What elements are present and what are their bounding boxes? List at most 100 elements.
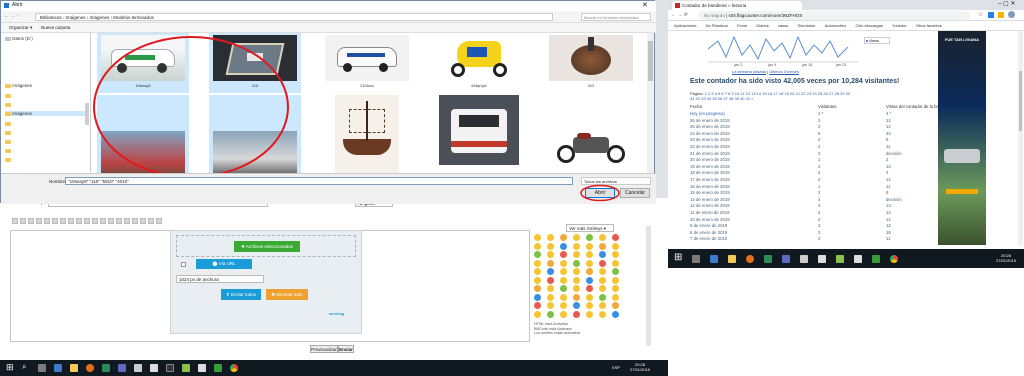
nav-item-images-selected[interactable]: Imágenes (5, 111, 87, 116)
file-list-scrollbar[interactable] (647, 33, 654, 173)
browser-tab[interactable]: Contador de banderas » historia (672, 1, 802, 10)
browser-scrollbar[interactable] (1018, 31, 1023, 245)
video-icon[interactable] (140, 218, 146, 224)
cancel-button[interactable]: Cancelar (620, 188, 650, 198)
color-icon[interactable] (108, 218, 114, 224)
app-icon[interactable] (198, 364, 206, 372)
link-icon[interactable] (92, 218, 98, 224)
extension-icon[interactable] (988, 12, 994, 18)
smiley-icon[interactable] (573, 251, 580, 258)
smiley-icon[interactable] (534, 310, 541, 318)
file-tile[interactable]: 210locc (321, 33, 413, 93)
send-all-button[interactable]: ⬆ Enviar todos (221, 289, 261, 300)
smiley-icon[interactable] (573, 259, 580, 267)
file-tile[interactable]: 312 (545, 33, 637, 93)
url-bar[interactable]: No seguro | s04.flagcounter.com/more/3NZ… (698, 11, 970, 20)
strike-icon[interactable] (36, 218, 42, 224)
smiley-icon[interactable] (534, 259, 541, 267)
cell-date[interactable]: Hoy (en progreso) (690, 111, 725, 116)
bookmark-item[interactable]: Foros (737, 21, 747, 31)
explorer-icon[interactable] (728, 255, 736, 263)
bookmark-item[interactable]: Otro descargas (856, 21, 883, 31)
nav-item-folder[interactable] (5, 121, 11, 126)
smiley-icon[interactable] (547, 268, 554, 275)
bookmark-item[interactable]: Diarios (756, 21, 768, 31)
smiley-icon[interactable] (547, 310, 554, 318)
new-folder-button[interactable]: Nueva carpeta (41, 25, 70, 30)
delete-all-button[interactable]: ✖ Eliminar todo (266, 289, 308, 300)
smiley-icon[interactable] (599, 276, 606, 284)
smiley-icon[interactable] (599, 251, 606, 258)
smiley-icon[interactable] (547, 302, 554, 309)
page-scrollbar[interactable] (646, 226, 651, 346)
smiley-icon[interactable] (547, 285, 554, 292)
smiley-icon[interactable] (599, 302, 606, 309)
align-center-icon[interactable] (52, 218, 58, 224)
size-icon[interactable] (124, 218, 130, 224)
smiley-icon[interactable] (573, 293, 580, 301)
smiley-icon[interactable] (599, 234, 606, 241)
app-icon[interactable] (854, 255, 862, 263)
firefox-icon[interactable] (746, 255, 754, 263)
smiley-icon[interactable] (573, 276, 580, 284)
extension-icon[interactable] (998, 12, 1004, 18)
smiley-icon[interactable] (573, 285, 580, 292)
smiley-icon[interactable] (534, 276, 541, 284)
bookmark-item[interactable]: Automoviles (825, 21, 847, 31)
smiley-icon[interactable] (612, 285, 619, 292)
windows-start-icon[interactable]: ⊞ (6, 362, 14, 373)
chrome-icon[interactable] (230, 364, 238, 372)
edge-icon[interactable] (710, 255, 718, 263)
app-icon[interactable] (134, 364, 142, 372)
app-icon[interactable] (214, 364, 222, 372)
last-week-link[interactable]: La semana pasada (732, 69, 766, 74)
app-icon[interactable] (182, 364, 190, 372)
more-smilies-select[interactable]: Ver más Smileys ▾ (566, 224, 614, 232)
bookmark-item[interactable]: casas (778, 21, 788, 31)
smiley-icon[interactable] (586, 251, 593, 258)
crumb-2[interactable]: Imágenes (66, 15, 86, 20)
bookmark-item[interactable]: Aplicaciones (674, 21, 696, 31)
app-icon[interactable] (150, 364, 158, 372)
send-button[interactable]: Enviar (338, 345, 354, 353)
nav-item-folder[interactable] (5, 102, 11, 107)
font-icon[interactable] (116, 218, 122, 224)
file-tile[interactable] (433, 95, 525, 173)
smiley-icon[interactable] (560, 302, 567, 309)
lang-indicator[interactable]: ESP (612, 365, 620, 370)
close-icon[interactable]: ✕ (642, 1, 648, 10)
smiley-icon[interactable] (586, 293, 593, 301)
profile-avatar[interactable] (1008, 11, 1015, 18)
task-view-icon[interactable] (692, 255, 700, 263)
app-icon[interactable] (872, 255, 880, 263)
smiley-icon[interactable] (560, 259, 567, 267)
list-icon[interactable] (68, 218, 74, 224)
nav-item-images[interactable]: Imágenes (5, 83, 32, 88)
smiley-icon[interactable] (560, 310, 567, 318)
app-icon[interactable] (818, 255, 826, 263)
image-icon[interactable] (100, 218, 106, 224)
smiley-icon[interactable] (560, 268, 567, 275)
app-icon[interactable] (102, 364, 110, 372)
smiley-icon[interactable] (586, 242, 593, 250)
last-3-months-link[interactable]: Últimos 3 meses (769, 69, 799, 74)
resize-select[interactable]: 1024 px de anchura (176, 275, 264, 283)
browser-nav-icon[interactable]: ← → ⟳ (671, 12, 688, 18)
bookmark-item[interactable]: Youtube (892, 21, 907, 31)
crumb-1[interactable]: Bibliotecas (40, 15, 62, 20)
app-icon[interactable] (764, 255, 772, 263)
smiley-icon[interactable] (612, 302, 619, 309)
smiley-icon[interactable] (573, 268, 580, 275)
via-url-button[interactable]: ⬤ Vía URL (196, 259, 252, 269)
smiley-icon[interactable] (560, 242, 567, 250)
smiley-icon[interactable] (612, 251, 619, 258)
scrollbar-thumb[interactable] (648, 41, 653, 81)
smiley-icon[interactable] (586, 259, 593, 267)
search-input[interactable]: Buscar en Modelos terminados (581, 13, 651, 21)
browser-scrollbar-thumb[interactable] (1019, 71, 1022, 131)
url-checkbox[interactable] (181, 262, 186, 267)
spoiler-icon[interactable] (156, 218, 162, 224)
windows-start-icon[interactable]: ⊞ (674, 252, 682, 263)
search-icon[interactable]: ⌕ (22, 362, 26, 372)
clock[interactable]: 20:28 27/01/2019 (996, 253, 1016, 263)
